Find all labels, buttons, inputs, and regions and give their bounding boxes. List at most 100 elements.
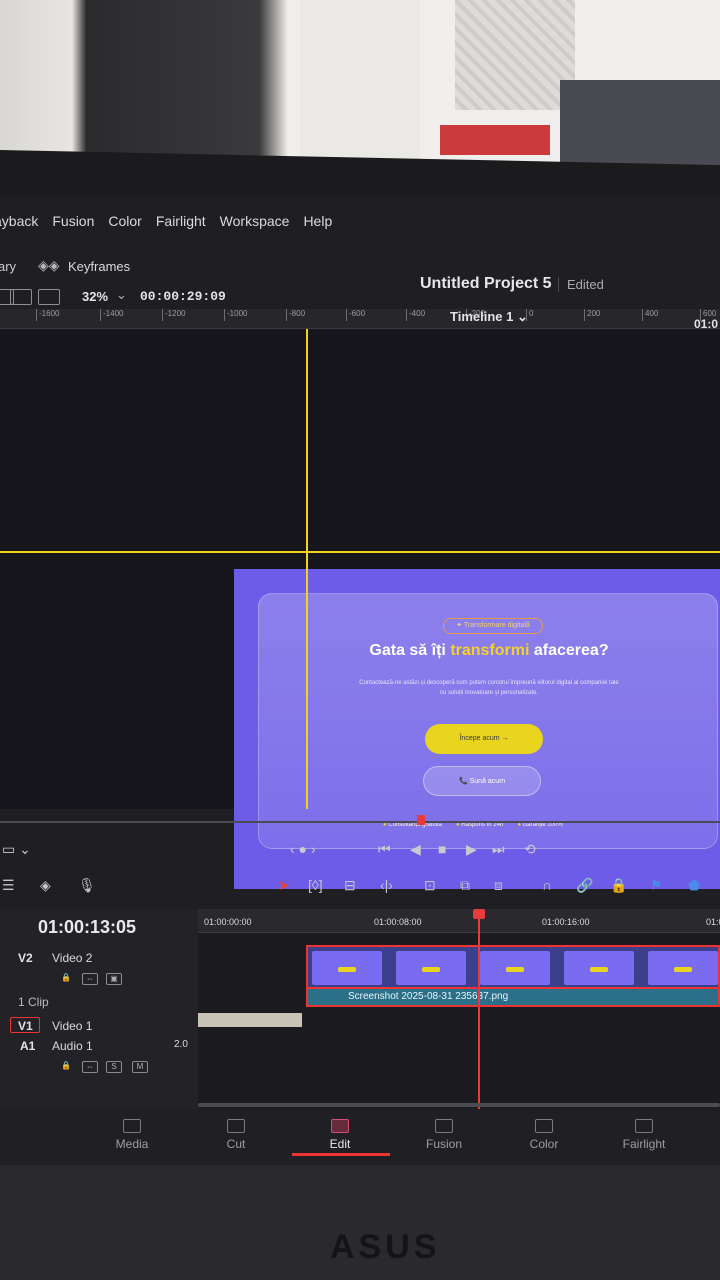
menu-help[interactable]: Help — [303, 213, 332, 243]
timeline-name: Timeline 1 — [450, 309, 514, 324]
tab-media[interactable]: Media — [92, 1119, 172, 1151]
auto-select-icon[interactable]: ⇔ — [82, 973, 98, 985]
menu-color[interactable]: Color — [108, 213, 141, 243]
subtext: Contactează-ne astăzi și descoperă cum p… — [359, 680, 619, 696]
headline-start: Gata să îți — [369, 642, 451, 659]
timeline-playhead[interactable] — [478, 909, 480, 1109]
keyframes-icon[interactable]: ◈◈ — [38, 257, 60, 275]
viewer-layout-icon[interactable] — [38, 289, 60, 305]
snapping-icon[interactable]: ∩ — [542, 877, 552, 893]
markers-view-icon[interactable]: ◈ — [40, 877, 51, 894]
headline-end: afacerea? — [529, 642, 609, 659]
fusion-page-icon — [435, 1119, 453, 1133]
insert-clip-icon[interactable]: ⊡ — [424, 877, 436, 894]
audio-channels: 2.0 — [174, 1039, 188, 1050]
solo-button[interactable]: S — [106, 1061, 122, 1073]
safe-area-icon[interactable] — [10, 289, 32, 305]
clip-name: Screenshot 2025-08-31 235637.png — [348, 991, 509, 1002]
headline-highlight: transformi — [450, 642, 530, 659]
ruler-timecode: 01:0 — [706, 917, 720, 927]
ruler-tick: -600 — [346, 309, 365, 321]
clip-thumbnail — [480, 951, 550, 985]
menu-workspace[interactable]: Workspace — [220, 213, 290, 243]
play-icon[interactable]: ▶ — [466, 841, 477, 858]
cta-card: ✦ Transformare digitală Gata să îți tran… — [258, 593, 718, 849]
play-reverse-icon[interactable]: ◀ — [410, 841, 421, 858]
microphone-icon[interactable]: 🎙 — [78, 877, 96, 894]
chevron-down-icon[interactable]: ⌄ — [116, 287, 127, 303]
ruler-tick: -1000 — [224, 309, 247, 321]
tab-label: Edit — [329, 1137, 351, 1151]
viewer-ruler: -1600 -1400 -1200 -1000 -800 -600 -400 -… — [0, 309, 720, 329]
track-v2-name[interactable]: Video 2 — [52, 951, 92, 965]
video1-clip[interactable] — [198, 1013, 302, 1027]
track-v1-name[interactable]: Video 1 — [52, 1019, 92, 1033]
clip-thumbnail — [312, 951, 382, 985]
tab-fusion[interactable]: Fusion — [404, 1119, 484, 1151]
position-lock-icon[interactable]: 🔒 — [610, 877, 627, 894]
marker-icon[interactable]: ⬟ — [688, 877, 700, 894]
vertical-guide[interactable] — [306, 329, 308, 809]
clip-thumbnail — [396, 951, 466, 985]
timeline-selector[interactable]: Timeline 1 ⌄ — [450, 309, 528, 325]
replace-clip-icon[interactable]: ⧈ — [494, 877, 503, 894]
track-a1-name[interactable]: Audio 1 — [52, 1039, 93, 1053]
scrub-bar[interactable] — [0, 821, 720, 823]
blade-tool-icon[interactable]: ‹|› — [380, 877, 393, 893]
timeline-viewer[interactable]: ✦ Transformare digitală Gata să îți tran… — [0, 329, 720, 889]
selection-tool-icon[interactable]: ➤ — [278, 877, 290, 894]
loop-icon[interactable]: ⟲ — [524, 841, 536, 858]
lock-icon[interactable]: 🔒 — [58, 1061, 74, 1073]
mute-button[interactable]: M — [132, 1061, 148, 1073]
menu-bar: ayback Fusion Color Fairlight Workspace … — [0, 213, 720, 243]
timeline-tracks[interactable]: 01:00:00:00 01:00:08:00 01:00:16:00 01:0… — [198, 909, 720, 1109]
track-visible-icon[interactable]: ▣ — [106, 973, 122, 985]
viewer-options-icon[interactable]: ▭ ⌄ — [2, 841, 31, 858]
keyframes-tab[interactable]: Keyframes — [68, 259, 130, 274]
library-tab[interactable]: ary — [0, 259, 16, 274]
video-clip-thumbnails[interactable] — [306, 945, 720, 989]
tab-cut[interactable]: Cut — [196, 1119, 276, 1151]
ruler-tick: 400 — [642, 309, 658, 321]
ruler-timecode: 01:00:08:00 — [374, 917, 422, 927]
tab-color[interactable]: Color — [504, 1119, 584, 1151]
menu-playback[interactable]: ayback — [0, 213, 38, 243]
timeline-options-icon[interactable]: ☰ — [2, 877, 15, 894]
playhead-handle[interactable] — [473, 909, 485, 919]
track-v1-label[interactable]: V1 — [18, 1019, 33, 1033]
viewer-scrubber[interactable] — [0, 815, 720, 829]
dynamic-trim-icon[interactable]: ⊟ — [344, 877, 356, 894]
tab-label: Cut — [226, 1137, 246, 1151]
go-to-start-icon[interactable]: ⏮ — [378, 841, 391, 858]
menu-fairlight[interactable]: Fairlight — [156, 213, 206, 243]
go-to-end-icon[interactable]: ⏭ — [492, 841, 505, 858]
ruler-tick: -1200 — [162, 309, 185, 321]
tab-label: Fusion — [425, 1137, 463, 1151]
tab-edit[interactable]: Edit — [300, 1119, 380, 1151]
ruler-timecode: 01:00:16:00 — [542, 917, 590, 927]
tab-fairlight[interactable]: Fairlight — [604, 1119, 684, 1151]
timeline-scrollbar[interactable] — [198, 1103, 720, 1107]
headline: Gata să îți transformi afacerea? — [259, 642, 719, 660]
flag-icon[interactable]: ⚑ — [650, 877, 663, 894]
menu-fusion[interactable]: Fusion — [52, 213, 94, 243]
auto-select-icon[interactable]: ⇔ — [82, 1061, 98, 1073]
jog-control-icon[interactable]: ‹ ● › — [290, 841, 316, 857]
transport-controls: ▭ ⌄ ‹ ● › ⏮ ◀ ■ ▶ ⏭ ⟲ — [0, 839, 720, 863]
ruler-timecode: 01:00:00:00 — [204, 917, 252, 927]
stop-icon[interactable]: ■ — [438, 841, 446, 857]
scrub-playhead[interactable] — [417, 815, 425, 825]
trim-tool-icon[interactable]: [◊] — [308, 877, 323, 893]
timeline-ruler[interactable]: 01:00:00:00 01:00:08:00 01:00:16:00 01:0 — [198, 909, 720, 933]
lock-icon[interactable]: 🔒 — [58, 973, 74, 985]
source-timecode: 00:00:29:09 — [140, 289, 226, 304]
zoom-level[interactable]: 32% — [82, 289, 108, 304]
linked-selection-icon[interactable]: 🔗 — [576, 877, 593, 894]
overwrite-clip-icon[interactable]: ⧉ — [460, 877, 470, 894]
track-a1-label[interactable]: A1 — [20, 1039, 35, 1053]
red-object — [440, 125, 550, 155]
horizontal-guide[interactable] — [0, 551, 720, 553]
video-clip-name[interactable]: Screenshot 2025-08-31 235637.png — [306, 989, 720, 1007]
color-page-icon — [535, 1119, 553, 1133]
track-v2-label[interactable]: V2 — [18, 951, 33, 965]
